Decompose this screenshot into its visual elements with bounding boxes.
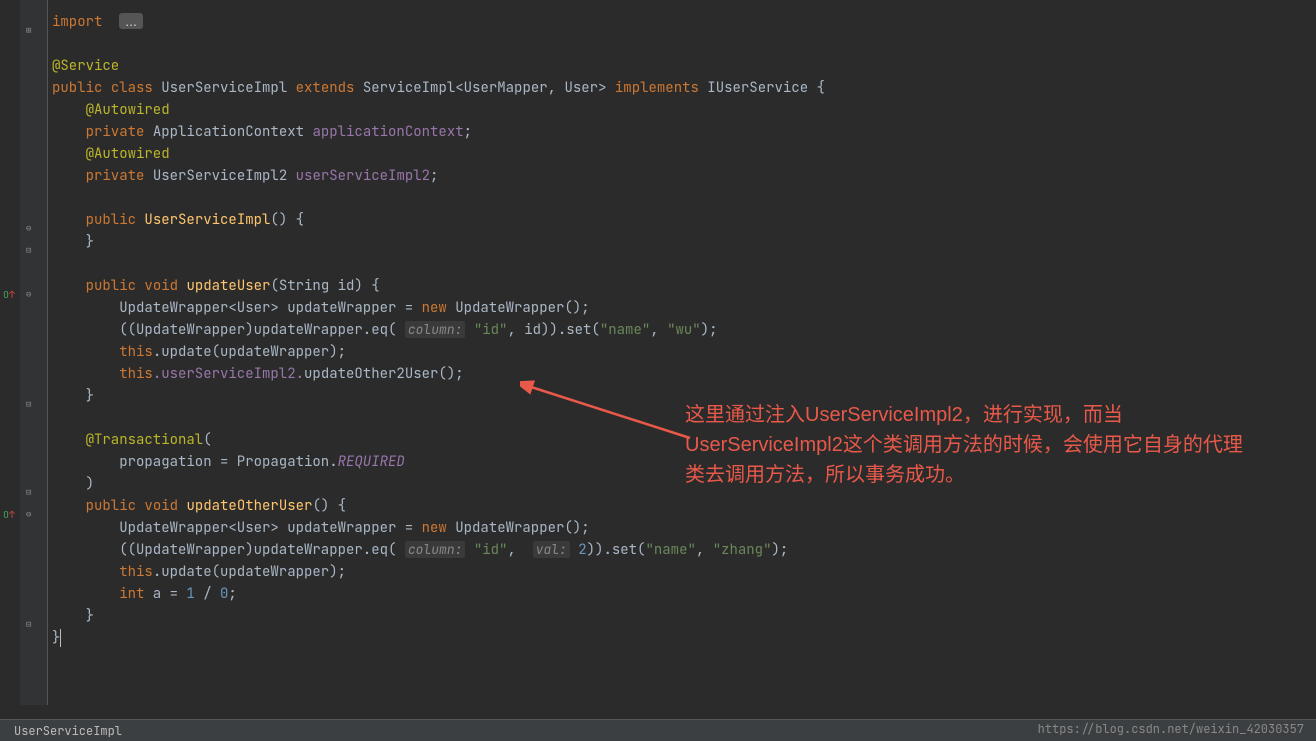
code-token: () { (270, 211, 304, 229)
fold-icon[interactable]: ⊞ (26, 24, 31, 36)
code-token: updateOther2User (304, 365, 438, 383)
code-token: () { (312, 497, 346, 515)
code-annotation: @Service (52, 57, 119, 75)
folded-import-badge[interactable]: ... (119, 13, 143, 29)
code-token: private (86, 123, 145, 141)
code-token: ( (203, 431, 211, 449)
code-token: / (195, 585, 220, 603)
inlay-hint: column: (405, 541, 466, 558)
code-token: ((UpdateWrapper)updateWrapper.eq( (119, 321, 396, 339)
code-number: 2 (578, 541, 586, 559)
code-token: (String id) { (270, 277, 379, 295)
code-token: ); (772, 541, 789, 559)
code-token: ) (86, 475, 94, 493)
code-token: new (422, 519, 447, 537)
code-field: applicationContext (312, 123, 463, 141)
code-token: ; (464, 123, 472, 141)
inlay-hint: column: (405, 321, 466, 338)
code-token: class (111, 79, 153, 97)
code-token: , id)).set( (507, 321, 599, 339)
code-editor[interactable]: import ... @Service public class UserSer… (48, 0, 1316, 705)
code-token: implements (615, 79, 699, 97)
fold-close-icon[interactable]: ⊟ (26, 618, 31, 630)
fold-open-icon[interactable]: ⊖ (26, 288, 31, 300)
code-token: , (650, 321, 667, 339)
code-token: .update(updateWrapper); (153, 563, 346, 581)
code-token: User (564, 79, 598, 97)
code-token: } (86, 233, 94, 251)
code-number: 1 (186, 585, 194, 603)
code-token: > (598, 79, 606, 97)
code-annotation: @Autowired (86, 101, 170, 119)
gutter-markers: O↑ O↑ (0, 0, 20, 705)
code-token: UpdateWrapper(); (447, 519, 590, 537)
fold-open-icon[interactable]: ⊖ (26, 222, 31, 234)
code-method: UserServiceImpl (144, 211, 270, 229)
code-token: } (86, 387, 94, 405)
code-token: } (86, 607, 94, 625)
breadcrumb[interactable]: UserServiceImpl (14, 723, 122, 739)
code-annotation: @Autowired (86, 145, 170, 163)
code-token: , (548, 79, 565, 97)
code-token: public (86, 497, 136, 515)
code-token: this (119, 365, 153, 383)
inlay-hint: val: (533, 541, 570, 558)
gutter-fold: ⊞ ⊖ ⊟ ⊖ ⊟ ⊟ ⊖ ⊟ (20, 0, 48, 705)
code-token: UpdateWrapper<User> updateWrapper = (119, 519, 421, 537)
code-token: private (86, 167, 145, 185)
code-annotation: @Transactional (86, 431, 204, 449)
code-token: public (86, 211, 136, 229)
code-token: UpdateWrapper(); (447, 299, 590, 317)
override-marker-icon[interactable]: O↑ (3, 508, 15, 521)
code-token: int (119, 585, 144, 603)
code-token: import (52, 13, 102, 31)
annotation-text: 这里通过注入UserServiceImpl2，进行实现，而当UserServic… (685, 400, 1255, 490)
code-token: UserMapper (464, 79, 548, 97)
code-token: a = (144, 585, 186, 603)
code-token: this (119, 343, 153, 361)
code-token: { (808, 79, 825, 97)
fold-close-icon[interactable]: ⊟ (26, 486, 31, 498)
code-token: IUserService (707, 79, 808, 97)
code-token: void (144, 497, 178, 515)
code-method: updateOtherUser (186, 497, 312, 515)
code-token: .update(updateWrapper); (153, 343, 346, 361)
code-token: , (696, 541, 713, 559)
fold-close-icon[interactable]: ⊟ (26, 244, 31, 256)
code-token: ; (430, 167, 438, 185)
fold-open-icon[interactable]: ⊖ (26, 508, 31, 520)
code-string: "name" (600, 321, 650, 339)
code-token: public (52, 79, 102, 97)
code-token: ; (228, 585, 236, 603)
override-marker-icon[interactable]: O↑ (3, 288, 15, 301)
code-string: "wu" (667, 321, 701, 339)
code-string: "id" (474, 541, 508, 559)
code-token: ((UpdateWrapper)updateWrapper.eq( (119, 541, 396, 559)
code-enum: REQUIRED (338, 453, 405, 471)
code-token: < (455, 79, 463, 97)
code-method: updateUser (186, 277, 270, 295)
code-token: extends (296, 79, 355, 97)
code-token: propagation = Propagation. (119, 453, 337, 471)
code-token: )).set( (587, 541, 646, 559)
code-field-ref: .userServiceImpl2. (153, 365, 304, 383)
code-string: "zhang" (713, 541, 772, 559)
code-token: UserServiceImpl2 (153, 167, 287, 185)
code-token: this (119, 563, 153, 581)
code-token: ApplicationContext (153, 123, 304, 141)
code-token: ); (701, 321, 718, 339)
code-token: (); (438, 365, 463, 383)
code-token: ServiceImpl (363, 79, 455, 97)
code-string: "id" (474, 321, 508, 339)
code-class-name: UserServiceImpl (161, 79, 287, 97)
code-token: void (144, 277, 178, 295)
code-field: userServiceImpl2 (296, 167, 430, 185)
watermark: https://blog.csdn.net/weixin_42030357 (1038, 721, 1304, 737)
fold-close-icon[interactable]: ⊟ (26, 398, 31, 410)
code-string: "name" (645, 541, 695, 559)
code-token: UpdateWrapper<User> updateWrapper = (119, 299, 421, 317)
code-token: new (422, 299, 447, 317)
code-token: public (86, 277, 136, 295)
